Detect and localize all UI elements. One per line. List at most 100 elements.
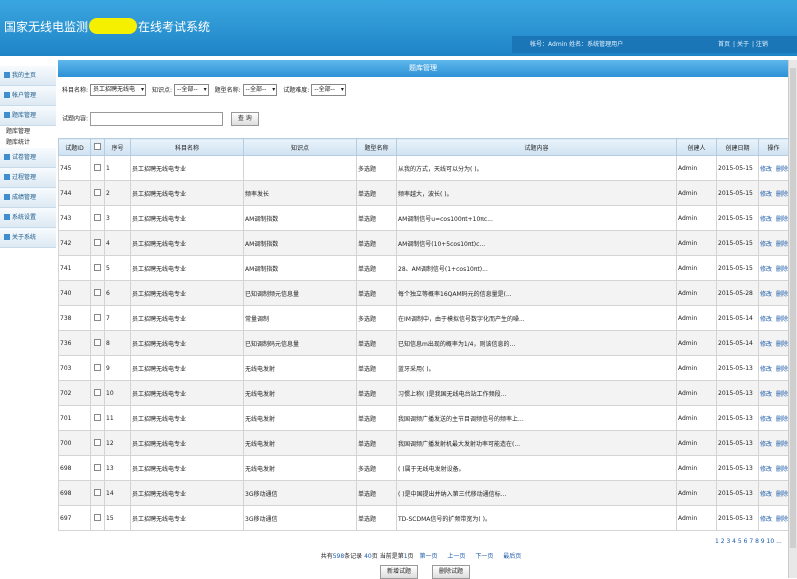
redaction-blob [89,18,138,34]
edit-link[interactable]: 修改 [760,466,772,473]
difficulty-select[interactable]: --全部-- [311,84,346,96]
edit-link[interactable]: 修改 [760,391,772,398]
edit-link[interactable]: 修改 [760,291,772,298]
search-input[interactable] [89,112,223,126]
edit-link[interactable]: 修改 [760,341,772,348]
first-page-link[interactable]: 第一页 [419,553,437,560]
cell-select [90,430,105,456]
cell-id: 742 [58,230,91,256]
edit-link[interactable]: 修改 [760,491,772,498]
sidebar-item-process[interactable]: 过程管理 [0,168,56,188]
table-row: 700 12 员工招聘无线电专业 无线电发射 单选题 我国调频广播发射机最大发射功率可能造… [58,430,789,456]
row-checkbox[interactable] [94,163,101,171]
page-number-links[interactable]: 1 2 3 4 5 6 7 8 9 10 ... [715,538,782,545]
delete-link[interactable]: 删除 [776,316,787,323]
sidebar-item-scores[interactable]: 成绩管理 [0,188,56,208]
prev-page-link[interactable]: 上一页 [447,553,465,560]
edit-link[interactable]: 修改 [760,366,772,373]
query-button[interactable]: 查 询 [230,112,259,126]
select-all-checkbox[interactable] [94,142,101,150]
row-checkbox[interactable] [94,438,101,446]
delete-link[interactable]: 删除 [776,166,787,173]
cell-subject: 员工招聘无线电专业 [130,155,244,181]
sidebar-item-settings[interactable]: 系统设置 [0,208,56,228]
cell-creator: Admin [676,155,717,181]
cell-knowledge: 无线电发射 [243,355,357,381]
last-page-link[interactable]: 最后页 [503,553,521,560]
logout-link[interactable]: 注销 [756,41,768,48]
sidebar-item-home[interactable]: 我的主页 [0,66,56,86]
table-row: 745 1 员工招聘无线电专业 多选题 从我的方式，天线可以分为( )。 Admin 201… [58,155,789,181]
next-page-link[interactable]: 下一页 [475,553,493,560]
delete-question-button[interactable]: 删除试题 [431,565,470,579]
row-checkbox[interactable] [94,413,101,421]
edit-link[interactable]: 修改 [760,441,772,448]
col-header-index[interactable]: 序号 [104,138,131,156]
add-question-button[interactable]: 新增试题 [380,565,419,579]
row-checkbox[interactable] [94,363,101,371]
row-checkbox[interactable] [94,288,101,296]
sidebar-item-question-bank[interactable]: 题库管理 [0,106,56,126]
cell-id: 700 [58,430,91,456]
row-checkbox[interactable] [94,488,101,496]
row-checkbox[interactable] [94,263,101,271]
delete-link[interactable]: 删除 [776,241,787,248]
delete-link[interactable]: 删除 [776,366,787,373]
row-checkbox[interactable] [94,338,101,346]
cell-knowledge: AM调制指数 [243,205,357,231]
about-link[interactable]: 关于 [737,41,749,48]
col-header-select[interactable] [90,138,105,156]
col-header-knowledge[interactable]: 知识点 [243,138,357,156]
delete-link[interactable]: 删除 [776,516,787,523]
delete-link[interactable]: 删除 [776,416,787,423]
delete-link[interactable]: 删除 [776,291,787,298]
sidebar-item-about[interactable]: 关于系统 [0,228,56,248]
row-checkbox[interactable] [94,463,101,471]
cell-id: 740 [58,280,91,306]
cell-index: 10 [104,380,131,406]
col-header-date[interactable]: 创建日期 [716,138,759,156]
row-checkbox[interactable] [94,213,101,221]
knowledge-select[interactable]: --全部-- [174,84,209,96]
delete-link[interactable]: 删除 [776,491,787,498]
sidebar-subitem-bank-stats[interactable]: 题库统计 [0,137,56,148]
row-checkbox[interactable] [94,313,101,321]
col-header-id[interactable]: 试题ID [58,138,91,156]
sidebar-item-papers[interactable]: 试卷管理 [0,148,56,168]
row-checkbox[interactable] [94,238,101,246]
edit-link[interactable]: 修改 [760,516,772,523]
edit-link[interactable]: 修改 [760,166,772,173]
edit-link[interactable]: 修改 [760,191,772,198]
edit-link[interactable]: 修改 [760,316,772,323]
sidebar-subitem-bank-manage[interactable]: 题库管理 [0,126,56,137]
delete-link[interactable]: 删除 [776,266,787,273]
edit-link[interactable]: 修改 [760,266,772,273]
home-link[interactable]: 首页 [718,41,730,48]
delete-link[interactable]: 删除 [776,341,787,348]
delete-link[interactable]: 删除 [776,391,787,398]
delete-link[interactable]: 删除 [776,216,787,223]
cell-knowledge: 3G移动通信 [243,480,357,506]
delete-link[interactable]: 删除 [776,191,787,198]
row-checkbox[interactable] [94,513,101,521]
edit-link[interactable]: 修改 [760,416,772,423]
sidebar-item-accounts[interactable]: 帐户管理 [0,86,56,106]
edit-link[interactable]: 修改 [760,241,772,248]
subject-select[interactable]: 员工招聘无线电 [90,84,147,96]
type-select[interactable]: --全部-- [242,84,278,96]
delete-link[interactable]: 删除 [776,441,787,448]
col-header-subject[interactable]: 科目名称 [130,138,244,156]
cell-date: 2015-05-13 [716,505,759,531]
row-checkbox[interactable] [94,388,101,396]
delete-link[interactable]: 删除 [776,466,787,473]
cell-select [90,255,105,281]
scrollbar-thumb[interactable] [790,68,796,548]
row-checkbox[interactable] [94,188,101,196]
page-scrollbar[interactable] [788,60,797,578]
col-header-content[interactable]: 试题内容 [396,138,677,156]
cell-creator: Admin [676,280,717,306]
search-label: 试题内容: [62,115,89,123]
col-header-type[interactable]: 题型名称 [356,138,397,156]
edit-link[interactable]: 修改 [760,216,772,223]
col-header-creator[interactable]: 创建人 [676,138,717,156]
